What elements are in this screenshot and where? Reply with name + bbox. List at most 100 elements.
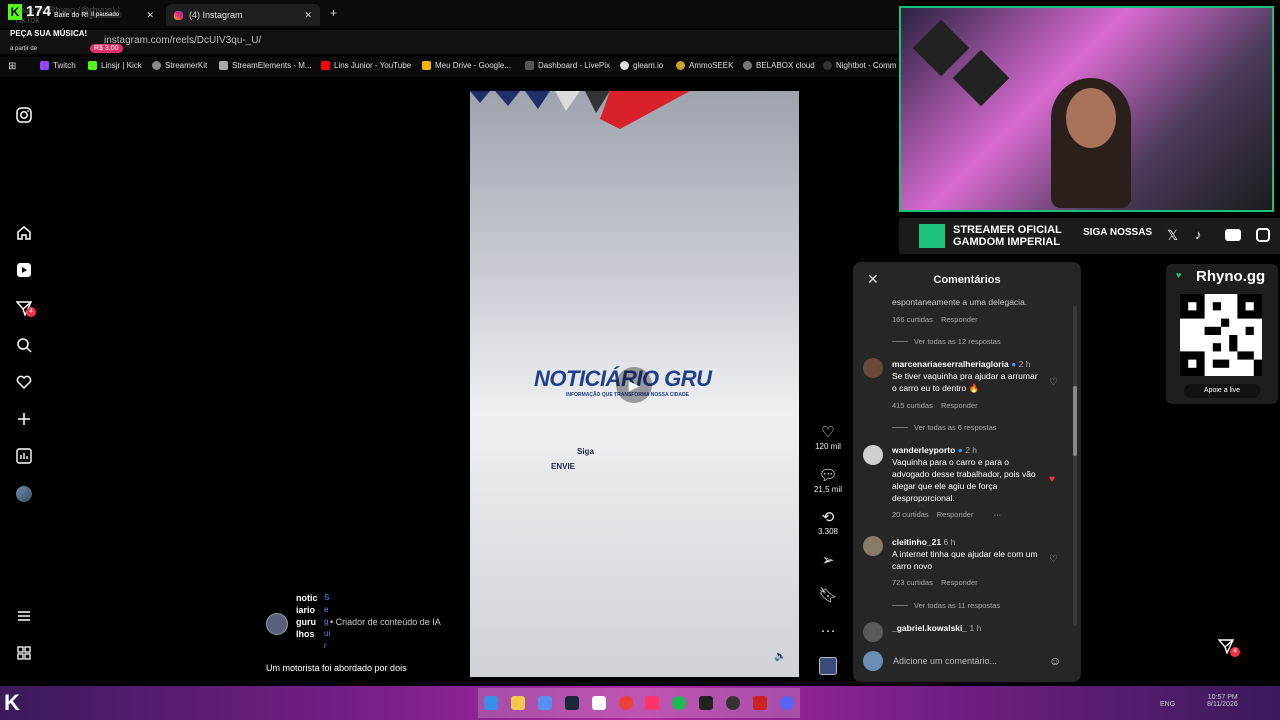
- comment-username[interactable]: cleitinho_21 6 h: [892, 537, 955, 547]
- avatar[interactable]: [863, 445, 883, 465]
- bookmark-ammoseek[interactable]: AmmoSEEK: [676, 61, 733, 70]
- instagram-logo-icon[interactable]: [14, 105, 34, 125]
- taskbar: K ENG 10:57 PM 8/11/2026: [0, 686, 1280, 720]
- comment-count: 21,5 mil: [813, 485, 842, 494]
- spotify-icon[interactable]: [672, 696, 687, 710]
- steam-icon[interactable]: [564, 696, 579, 710]
- view-replies-button[interactable]: Ver todas as 6 respostas: [892, 423, 997, 432]
- save-button[interactable]: 🔖︎: [812, 587, 844, 605]
- heart-icon: ♥: [1176, 270, 1182, 280]
- home-icon[interactable]: [14, 223, 34, 243]
- pause-status: II pausado: [88, 12, 123, 18]
- mute-icon[interactable]: 🔈: [774, 651, 786, 662]
- request-label: PEÇA SUA MÚSICA!: [10, 29, 88, 38]
- emoji-icon[interactable]: ☺: [1049, 654, 1061, 668]
- view-replies-button[interactable]: Ver todas as 12 respostas: [892, 337, 1001, 346]
- apps-grid-icon[interactable]: [14, 643, 34, 663]
- tiktok-icon: ♪: [1195, 227, 1202, 242]
- create-icon[interactable]: [14, 409, 34, 429]
- from-label: a partir de: [10, 46, 38, 52]
- bookmark-belabox[interactable]: BELABOX cloud: [743, 61, 815, 70]
- app-icon[interactable]: [752, 696, 767, 710]
- play-icon[interactable]: ▶: [616, 367, 652, 403]
- more-options-button[interactable]: ···: [812, 622, 844, 640]
- bookmark-livepix[interactable]: Dashboard - LivePix: [525, 61, 610, 70]
- profile-avatar[interactable]: [14, 484, 34, 504]
- bookmark-streamelements[interactable]: StreamElements - M...: [219, 61, 312, 70]
- send-icon: ➢: [821, 552, 835, 569]
- comment-liked-icon[interactable]: ♥: [1049, 474, 1055, 485]
- instagram-icon: [1256, 228, 1270, 242]
- close-icon[interactable]: ✕: [304, 10, 312, 21]
- overlay-text-envie: ENVIE: [551, 462, 576, 471]
- bookmark-nightbot[interactable]: Nightbot - Comm: [823, 61, 896, 70]
- app-icon[interactable]: [645, 696, 660, 710]
- bookmark-streamerkit[interactable]: StreamerKit: [152, 61, 207, 70]
- dashboard-icon[interactable]: [14, 446, 34, 466]
- comment-button[interactable]: 💬︎ 21,5 mil: [812, 467, 844, 494]
- creator-avatar[interactable]: [266, 613, 288, 635]
- reel-video[interactable]: NOTICIÁRIO GRU INFORMAÇÃO QUE TRANSFORMA…: [470, 91, 799, 677]
- language-indicator[interactable]: ENG: [1160, 701, 1175, 708]
- menu-icon[interactable]: [14, 606, 34, 626]
- app-icon[interactable]: [591, 696, 606, 710]
- banner-title: STREAMER OFICIAL GAMDOM IMPERIAL: [953, 224, 1062, 248]
- more-icon[interactable]: ···: [994, 510, 1002, 519]
- comment-meta: 20 curtidas Responder ···: [892, 510, 1002, 519]
- like-button[interactable]: ♡ 120 mil: [812, 424, 844, 451]
- discord-icon[interactable]: [779, 696, 794, 710]
- new-tab-button[interactable]: +: [330, 6, 337, 20]
- comment-username[interactable]: wanderleyporto ● 2 h: [892, 445, 977, 455]
- reply-button[interactable]: Responder: [941, 578, 978, 587]
- heart-icon[interactable]: [14, 372, 34, 392]
- bookmark-kick[interactable]: Linsjr | Kick: [88, 61, 142, 70]
- filter-button[interactable]: 4: [1217, 638, 1242, 662]
- like-count: 166 curtidas: [892, 315, 933, 324]
- kick-overlay: K 174 Baile do Rhyno II pausado PEÇA SUA…: [0, 0, 135, 60]
- messages-icon[interactable]: 4: [14, 298, 36, 318]
- comment-icon: 💬︎: [818, 467, 838, 484]
- apoie-label: Apoie a live: [1184, 384, 1260, 398]
- comments-scrollbar[interactable]: [1073, 306, 1077, 626]
- creator-name[interactable]: noticiariogurulhos: [296, 592, 318, 640]
- notification-badge: 4: [26, 307, 36, 317]
- comment-like-icon[interactable]: ♡: [1049, 377, 1058, 388]
- avatar[interactable]: [863, 536, 883, 556]
- avatar[interactable]: [863, 622, 883, 642]
- comment-username[interactable]: _gabriel.kowalski_ 1 h: [892, 623, 981, 633]
- chrome-icon[interactable]: [618, 696, 633, 710]
- qr-code: [1180, 294, 1262, 376]
- youtube-icon: [1225, 229, 1241, 241]
- view-replies-button[interactable]: Ver todas as 11 respostas: [892, 601, 1000, 610]
- share-button[interactable]: ➢: [812, 552, 844, 570]
- bookmark-gleam[interactable]: gleam.io: [620, 61, 663, 70]
- file-explorer-icon[interactable]: [511, 696, 526, 710]
- windows-start-icon[interactable]: [484, 696, 499, 710]
- clock-date: 8/11/2026: [1207, 701, 1238, 708]
- comment-username[interactable]: marcenariaeserralheriagloria ● 2 h: [892, 359, 1030, 369]
- obs-icon[interactable]: [725, 696, 740, 710]
- terminal-icon[interactable]: [699, 696, 714, 710]
- comment-text: Vaquinha para o carro e para o advogado …: [892, 457, 1036, 503]
- avatar[interactable]: [863, 358, 883, 378]
- reply-button[interactable]: Responder: [937, 510, 974, 519]
- apps-icon[interactable]: ⊞: [8, 61, 16, 72]
- close-icon[interactable]: ✕: [146, 10, 154, 21]
- audio-thumbnail[interactable]: [819, 657, 837, 675]
- reels-icon[interactable]: [14, 260, 34, 280]
- app-icon[interactable]: [538, 696, 553, 710]
- bookmark-drive[interactable]: Meu Drive - Google...: [422, 61, 511, 70]
- comment-text: espontaneamente a uma delegacia.: [892, 297, 1028, 307]
- bookmark-twitch[interactable]: Twitch: [40, 61, 76, 70]
- repost-button[interactable]: ⟲ 3.308: [812, 509, 844, 536]
- reply-button[interactable]: Responder: [941, 315, 978, 324]
- avatar: [863, 651, 883, 671]
- search-icon[interactable]: [14, 335, 34, 355]
- comment-like-icon[interactable]: ♡: [1049, 554, 1058, 565]
- more-icon: ···: [820, 622, 836, 639]
- bookmark-youtube[interactable]: Lins Junior - YouTube: [321, 61, 411, 70]
- comments-panel: ✕ Comentários espontaneamente a uma dele…: [853, 262, 1081, 682]
- reply-button[interactable]: Responder: [941, 401, 978, 410]
- comment-input[interactable]: [891, 655, 1041, 667]
- tab-instagram[interactable]: (4) Instagram ✕: [166, 4, 320, 26]
